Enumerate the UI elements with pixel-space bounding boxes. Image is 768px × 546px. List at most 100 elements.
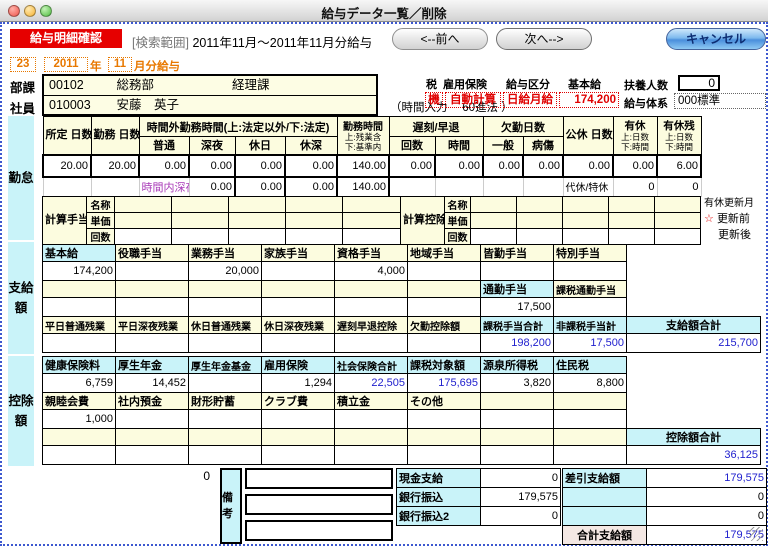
value-cell[interactable] — [262, 410, 335, 429]
calc-cell[interactable] — [115, 213, 172, 229]
dependents-field[interactable]: 0 — [678, 75, 720, 91]
value-cell[interactable] — [189, 298, 262, 317]
value-cell[interactable]: 174,200 — [43, 262, 116, 281]
resize-handle[interactable] — [749, 527, 763, 541]
next-button[interactable]: 次へ--> — [496, 28, 592, 50]
calc-cell[interactable] — [172, 197, 229, 213]
value-cell[interactable]: 0.00 — [613, 155, 657, 177]
period-year-field[interactable]: 2011 — [44, 57, 88, 72]
calc-cell[interactable] — [655, 213, 701, 229]
tax-field[interactable]: 機 — [425, 92, 443, 108]
remarks-input[interactable] — [245, 520, 393, 541]
value-cell[interactable] — [262, 262, 335, 281]
calc-cell[interactable] — [115, 197, 172, 213]
value-cell[interactable]: 0.00 — [235, 177, 285, 197]
value-cell[interactable] — [189, 410, 262, 429]
calc-cell[interactable] — [563, 197, 609, 213]
calc-cell[interactable] — [471, 229, 517, 245]
value-cell[interactable] — [408, 298, 481, 317]
value-cell[interactable]: 20,000 — [189, 262, 262, 281]
value-cell[interactable] — [116, 410, 189, 429]
calc-cell[interactable] — [471, 213, 517, 229]
value-cell[interactable]: 3,820 — [481, 374, 554, 393]
value-cell[interactable] — [262, 298, 335, 317]
value-cell[interactable] — [116, 334, 189, 353]
calc-cell[interactable] — [609, 229, 655, 245]
value-cell[interactable] — [43, 334, 116, 353]
value-cell[interactable]: 0.00 — [139, 155, 189, 177]
value-cell[interactable]: 0.00 — [235, 155, 285, 177]
value-cell[interactable]: 8,800 — [554, 374, 627, 393]
value-cell[interactable] — [189, 334, 262, 353]
value-cell[interactable]: 14,452 — [116, 374, 189, 393]
calc-cell[interactable] — [609, 213, 655, 229]
value-cell[interactable] — [554, 262, 627, 281]
base-pay-field[interactable]: 174,200 — [559, 92, 619, 108]
emp-insurance-field[interactable]: 自動計算 — [445, 92, 501, 108]
calc-cell[interactable] — [655, 229, 701, 245]
calc-cell[interactable] — [286, 197, 343, 213]
value-cell[interactable]: 140.00 — [337, 177, 389, 197]
value-cell[interactable] — [481, 410, 554, 429]
window-titlebar[interactable]: 給与データ一覧／削除 — [0, 0, 768, 22]
calc-cell[interactable] — [471, 197, 517, 213]
calc-cell[interactable] — [286, 213, 343, 229]
calc-cell[interactable] — [609, 197, 655, 213]
bank-transfer2-value[interactable]: 0 — [481, 507, 561, 526]
calc-cell[interactable] — [517, 213, 563, 229]
cancel-button[interactable]: キャンセル — [666, 28, 766, 50]
calc-cell[interactable] — [343, 213, 401, 229]
value-cell[interactable]: 140.00 — [337, 155, 389, 177]
calc-cell[interactable] — [286, 229, 343, 245]
cash-payment-value[interactable]: 0 — [481, 469, 561, 488]
calc-cell[interactable] — [115, 229, 172, 245]
value-cell[interactable] — [116, 262, 189, 281]
value-cell[interactable]: 6.00 — [657, 155, 701, 177]
value-cell[interactable]: 0.00 — [435, 155, 483, 177]
value-cell[interactable] — [408, 262, 481, 281]
pay-system-field[interactable]: 000標準 — [674, 93, 766, 109]
value-cell[interactable] — [335, 298, 408, 317]
value-cell[interactable]: 0.00 — [285, 155, 337, 177]
calc-cell[interactable] — [229, 213, 286, 229]
value-cell[interactable]: 1,000 — [43, 410, 116, 429]
value-cell[interactable] — [408, 334, 481, 353]
remarks-input[interactable] — [245, 468, 393, 489]
value-cell[interactable]: 0.00 — [189, 155, 235, 177]
bank-transfer-value[interactable]: 179,575 — [481, 488, 561, 507]
prev-button[interactable]: <--前へ — [392, 28, 488, 50]
calc-cell[interactable] — [172, 229, 229, 245]
value-cell[interactable]: 4,000 — [335, 262, 408, 281]
calc-cell[interactable] — [517, 197, 563, 213]
value-cell[interactable]: 6,759 — [43, 374, 116, 393]
value-cell[interactable]: 0.00 — [523, 155, 563, 177]
value-cell[interactable] — [335, 334, 408, 353]
remarks-input[interactable] — [245, 494, 393, 515]
value-cell[interactable] — [554, 410, 627, 429]
value-cell[interactable]: 1,294 — [262, 374, 335, 393]
value-cell[interactable]: 0.00 — [563, 155, 613, 177]
period-code-field[interactable]: 23 — [10, 57, 36, 72]
value-cell[interactable]: 17,500 — [481, 298, 554, 317]
calc-cell[interactable] — [655, 197, 701, 213]
period-month-field[interactable]: 11 — [108, 57, 132, 72]
value-cell[interactable] — [43, 298, 116, 317]
value-cell[interactable] — [554, 298, 627, 317]
value-cell[interactable]: 0.00 — [285, 177, 337, 197]
value-cell[interactable]: 0.00 — [483, 155, 523, 177]
value-cell[interactable]: 20.00 — [43, 155, 91, 177]
pay-class-field[interactable]: 日給月給 — [503, 92, 557, 108]
value-cell[interactable] — [262, 334, 335, 353]
value-cell[interactable]: 20.00 — [91, 155, 139, 177]
value-cell[interactable] — [189, 374, 262, 393]
calc-cell[interactable] — [563, 213, 609, 229]
calc-cell[interactable] — [563, 229, 609, 245]
value-cell[interactable] — [335, 410, 408, 429]
calc-cell[interactable] — [343, 229, 401, 245]
value-cell[interactable] — [116, 298, 189, 317]
calc-cell[interactable] — [172, 213, 229, 229]
calc-cell[interactable] — [229, 229, 286, 245]
calc-cell[interactable] — [229, 197, 286, 213]
calc-cell[interactable] — [517, 229, 563, 245]
calc-cell[interactable] — [343, 197, 401, 213]
